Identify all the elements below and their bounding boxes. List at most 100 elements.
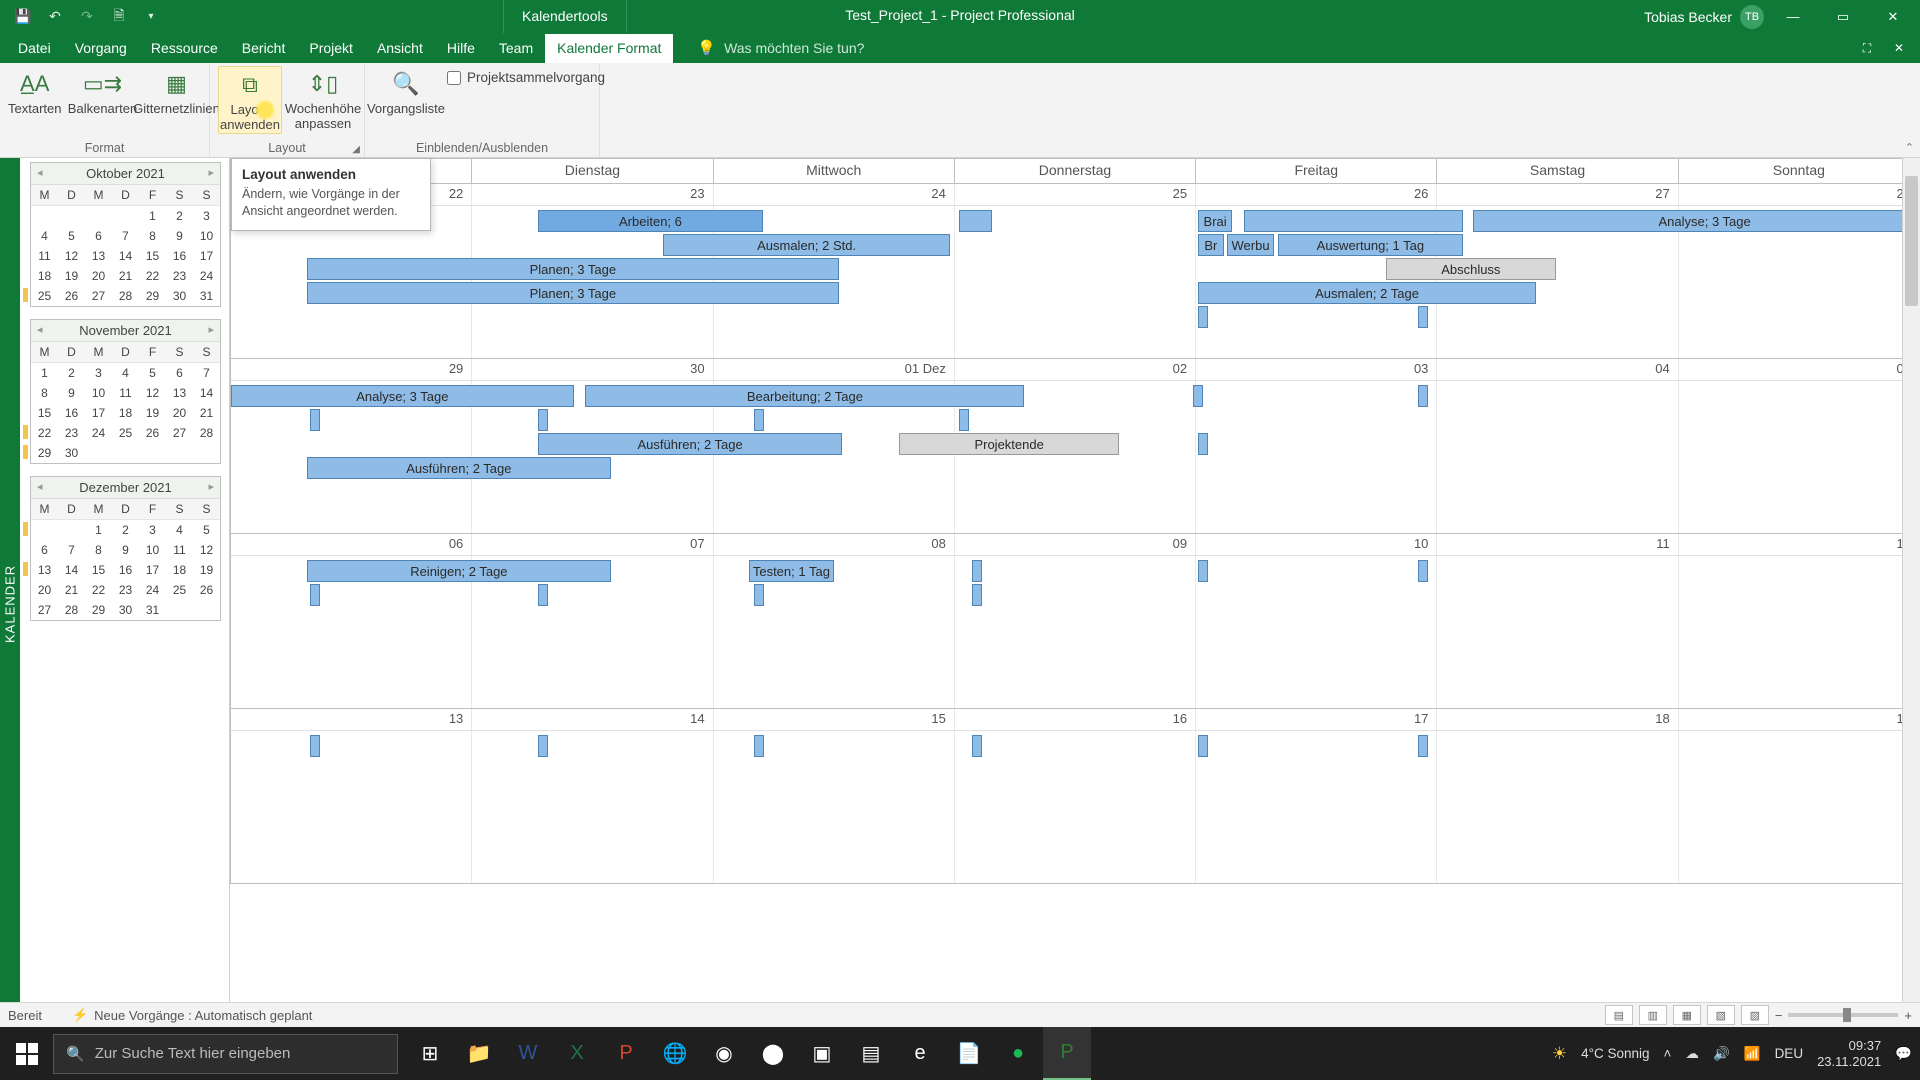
calendar-day[interactable]: 10 xyxy=(85,383,112,403)
date-cell[interactable]: 06 xyxy=(231,534,472,555)
calendar-day[interactable]: 13 xyxy=(166,383,193,403)
explorer-icon[interactable]: 📁 xyxy=(455,1027,503,1080)
calendar-day[interactable]: 18 xyxy=(112,403,139,423)
task-bar[interactable]: Reinigen; 2 Tage xyxy=(307,560,611,582)
calendar-day[interactable]: 16 xyxy=(58,403,85,423)
calendar-day[interactable]: 29 xyxy=(31,443,58,463)
task-bar[interactable]: Testen; 1 Tag xyxy=(749,560,833,582)
task-bar[interactable]: Ausmalen; 2 Std. xyxy=(663,234,950,256)
powerpoint-icon[interactable]: P xyxy=(602,1027,650,1080)
task-bar[interactable]: Brai xyxy=(1198,210,1232,232)
calendar-day[interactable]: 19 xyxy=(139,403,166,423)
task-bar[interactable] xyxy=(1193,385,1203,407)
calendar-day[interactable]: 21 xyxy=(193,403,220,423)
calendar-day[interactable]: 2 xyxy=(58,363,85,384)
calendar-day[interactable] xyxy=(31,206,58,227)
calendar-day[interactable]: 10 xyxy=(139,540,166,560)
task-bar[interactable] xyxy=(972,735,982,757)
calendar-day[interactable]: 29 xyxy=(139,286,166,306)
calendar-day[interactable]: 29 xyxy=(85,600,112,620)
calendar-day[interactable]: 25 xyxy=(166,580,193,600)
calendar-day[interactable]: 15 xyxy=(139,246,166,266)
qat-dropdown-icon[interactable]: ▾ xyxy=(138,4,164,30)
calendar-day[interactable] xyxy=(166,600,193,620)
calendar-day[interactable]: 17 xyxy=(193,246,220,266)
tab-projekt[interactable]: Projekt xyxy=(297,34,365,63)
language-indicator[interactable]: DEU xyxy=(1775,1046,1804,1061)
calendar-day[interactable]: 12 xyxy=(193,540,220,560)
calendar-day[interactable] xyxy=(31,520,58,541)
ribbon-display-options-icon[interactable]: ⛶ xyxy=(1852,36,1882,60)
task-bar[interactable]: Planen; 3 Tage xyxy=(307,258,839,280)
calendar-day[interactable]: 23 xyxy=(166,266,193,286)
edge-icon[interactable]: 🌐 xyxy=(651,1027,699,1080)
onedrive-icon[interactable]: ☁ xyxy=(1685,1046,1699,1062)
calendar-day[interactable]: 10 xyxy=(193,226,220,246)
task-bar[interactable] xyxy=(1418,735,1428,757)
calendar-day[interactable]: 2 xyxy=(166,206,193,227)
view-report-icon[interactable]: ▨ xyxy=(1741,1005,1769,1025)
calendar-day[interactable]: 6 xyxy=(31,540,58,560)
task-bar[interactable] xyxy=(959,409,969,431)
tray-chevron-icon[interactable]: ˄ xyxy=(1664,1046,1672,1061)
tab-hilfe[interactable]: Hilfe xyxy=(435,34,487,63)
date-cell[interactable]: 05 xyxy=(1679,359,1919,380)
calendar-day[interactable]: 24 xyxy=(85,423,112,443)
task-bar[interactable]: Analyse; 3 Tage xyxy=(231,385,574,407)
calendar-day[interactable]: 5 xyxy=(58,226,85,246)
calendar-day[interactable]: 24 xyxy=(139,580,166,600)
tab-ressource[interactable]: Ressource xyxy=(139,34,230,63)
task-bar[interactable]: Auswertung; 1 Tag xyxy=(1278,234,1464,256)
calendar-day[interactable] xyxy=(58,520,85,541)
calendar-day[interactable]: 26 xyxy=(193,580,220,600)
open-icon[interactable]: 🗎 xyxy=(106,4,132,30)
calendar-day[interactable]: 28 xyxy=(193,423,220,443)
tab-bericht[interactable]: Bericht xyxy=(230,34,298,63)
calendar-day[interactable]: 30 xyxy=(112,600,139,620)
calendar-day[interactable]: 25 xyxy=(31,286,58,306)
calendar-day[interactable]: 4 xyxy=(166,520,193,541)
date-cell[interactable]: 15 xyxy=(714,709,955,730)
calendar-day[interactable]: 2 xyxy=(112,520,139,541)
apply-layout-button[interactable]: ⧉Layout anwenden xyxy=(218,66,282,134)
mini-calendar-title[interactable]: November 2021 xyxy=(31,320,220,342)
date-cell[interactable]: 25 xyxy=(955,184,1196,205)
date-cell[interactable]: 14 xyxy=(472,709,713,730)
calendar-day[interactable]: 4 xyxy=(112,363,139,384)
collapse-ribbon-icon[interactable]: ⌃ xyxy=(1905,141,1914,154)
project-icon[interactable]: P xyxy=(1043,1027,1091,1080)
task-bar[interactable] xyxy=(1198,560,1208,582)
task-bar[interactable] xyxy=(1198,735,1208,757)
task-bar[interactable] xyxy=(959,210,993,232)
date-cell[interactable]: 23 xyxy=(472,184,713,205)
calendar-day[interactable]: 3 xyxy=(139,520,166,541)
calendar-day[interactable]: 5 xyxy=(193,520,220,541)
calendar-day[interactable]: 22 xyxy=(31,423,58,443)
calendar-day[interactable]: 7 xyxy=(58,540,85,560)
app-icon[interactable]: ▣ xyxy=(798,1027,846,1080)
date-cell[interactable]: 07 xyxy=(472,534,713,555)
browser-icon[interactable]: e xyxy=(896,1027,944,1080)
calendar-day[interactable]: 27 xyxy=(31,600,58,620)
date-cell[interactable]: 26 xyxy=(1196,184,1437,205)
date-cell[interactable]: 24 xyxy=(714,184,955,205)
excel-icon[interactable]: X xyxy=(553,1027,601,1080)
calendar-day[interactable]: 21 xyxy=(112,266,139,286)
view-team-icon[interactable]: ▦ xyxy=(1673,1005,1701,1025)
calendar-day[interactable]: 22 xyxy=(85,580,112,600)
calendar-day[interactable]: 13 xyxy=(85,246,112,266)
task-bar[interactable] xyxy=(1244,210,1463,232)
task-bar[interactable] xyxy=(1418,560,1428,582)
task-bar[interactable]: Werbu xyxy=(1227,234,1274,256)
save-icon[interactable]: 💾 xyxy=(10,4,36,30)
calendar-day[interactable]: 23 xyxy=(58,423,85,443)
calendar-day[interactable]: 30 xyxy=(58,443,85,463)
calendar-day[interactable]: 6 xyxy=(166,363,193,384)
calendar-day[interactable] xyxy=(112,443,139,463)
task-bar[interactable] xyxy=(972,560,982,582)
calendar-day[interactable] xyxy=(139,443,166,463)
date-cell[interactable]: 10 xyxy=(1196,534,1437,555)
date-cell[interactable]: 02 xyxy=(955,359,1196,380)
task-bar[interactable] xyxy=(538,584,548,606)
calendar-day[interactable]: 21 xyxy=(58,580,85,600)
